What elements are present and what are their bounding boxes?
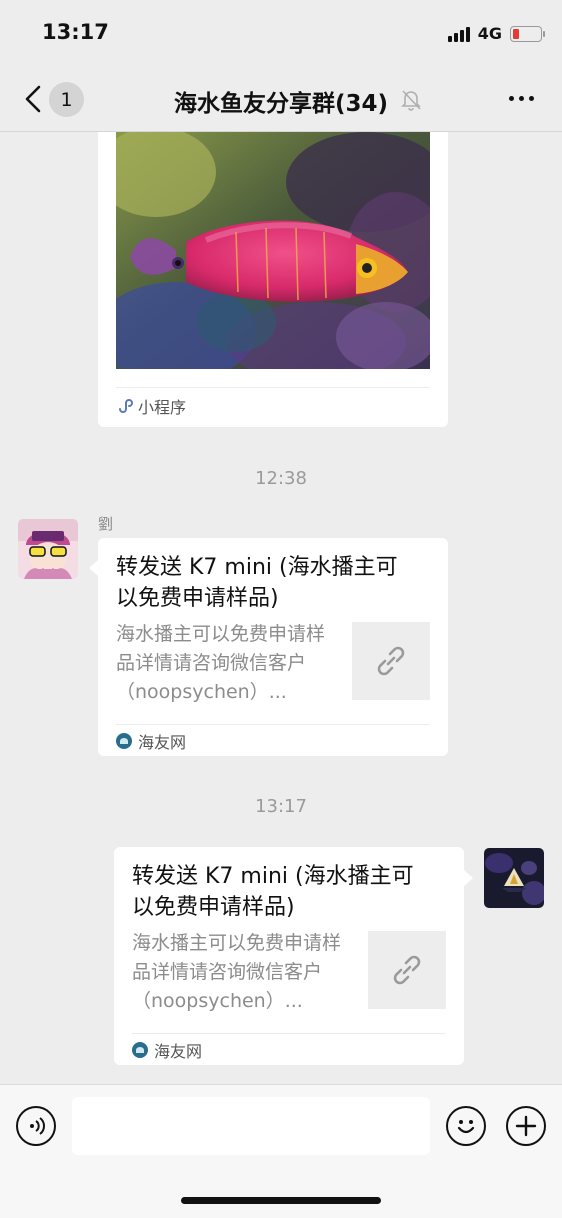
link-icon (393, 955, 421, 985)
more-icon (509, 96, 534, 101)
link-card[interactable]: 转发送 K7 mini (海水播主可以免费申请样品) 海水播主可以免费申请样品详… (114, 847, 464, 1065)
signal-icon (447, 26, 470, 42)
link-thumbnail (368, 931, 446, 1009)
link-thumbnail (352, 622, 430, 700)
voice-icon (30, 1117, 45, 1135)
chat-header: 1 海水鱼友分享群(34) (0, 66, 562, 132)
status-bar: 13:17 4G (0, 0, 562, 66)
home-indicator[interactable] (181, 1197, 381, 1204)
source-logo-icon (132, 1042, 148, 1058)
mini-program-footer: 小程序 (116, 387, 430, 418)
add-button[interactable] (506, 1106, 546, 1146)
link-source-name: 海友网 (154, 1042, 203, 1061)
link-description: 海水播主可以免费申请样品详情请咨询微信客户（noopsychen）... (116, 623, 326, 703)
network-type: 4G (477, 24, 502, 43)
timestamp: 12:38 (255, 468, 307, 489)
emoji-icon (457, 1120, 475, 1134)
voice-button[interactable] (16, 1106, 56, 1146)
mini-program-card[interactable]: 小程序 (98, 132, 448, 427)
timestamp: 13:17 (255, 796, 307, 817)
fish-image (116, 132, 430, 369)
chat-title: 海水鱼友分享群(34) (0, 84, 562, 118)
sender-name: 劉 (98, 515, 114, 533)
mini-program-icon (119, 399, 133, 413)
status-time: 13:17 (42, 20, 109, 44)
link-source-name: 海友网 (138, 733, 187, 752)
sender-avatar[interactable] (18, 519, 78, 579)
link-source: 海友网 (116, 724, 430, 753)
source-logo-icon (116, 733, 132, 749)
battery-icon (510, 25, 545, 42)
link-icon (377, 646, 405, 676)
more-button[interactable] (509, 96, 534, 101)
mini-program-label: 小程序 (138, 398, 187, 417)
chat-title-text: 海水鱼友分享群(34) (173, 91, 389, 117)
status-right: 4G (447, 24, 545, 43)
link-title: 转发送 K7 mini (海水播主可以免费申请样品) (116, 555, 398, 611)
plus-icon (515, 1115, 537, 1137)
link-source: 海友网 (132, 1033, 446, 1062)
emoji-button[interactable] (446, 1106, 486, 1146)
my-avatar[interactable] (484, 848, 544, 908)
link-title: 转发送 K7 mini (海水播主可以免费申请样品) (132, 864, 414, 920)
message-input[interactable] (72, 1097, 430, 1155)
message-list[interactable]: 小程序 12:38 劉 转发送 K7 mini (海水播主可以免费申请样品) 海… (0, 132, 562, 1084)
link-card[interactable]: 转发送 K7 mini (海水播主可以免费申请样品) 海水播主可以免费申请样品详… (98, 538, 448, 756)
bell-off-icon (401, 90, 421, 111)
link-description: 海水播主可以免费申请样品详情请咨询微信客户（noopsychen）... (132, 932, 342, 1012)
